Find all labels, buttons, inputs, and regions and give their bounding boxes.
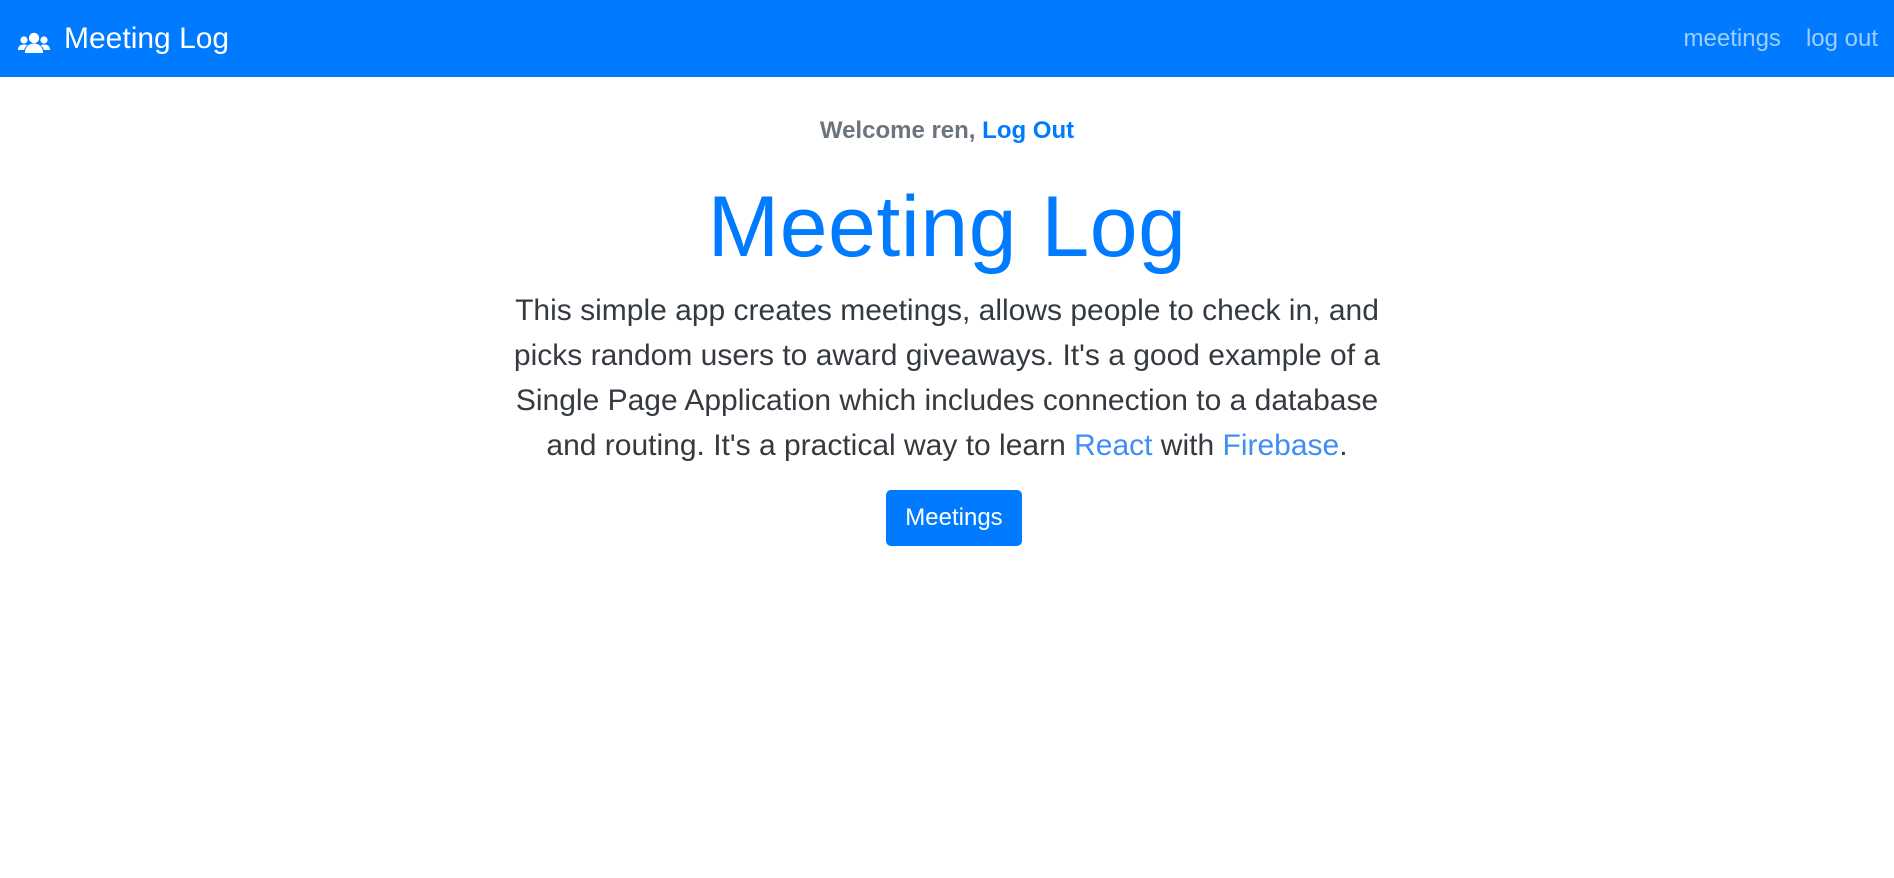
description-text-2: with	[1152, 429, 1223, 462]
welcome-text: Welcome ren,	[819, 117, 976, 144]
logout-link[interactable]: Log Out	[982, 117, 1074, 144]
page-title: Meeting Log	[707, 179, 1187, 275]
nav-link-meetings[interactable]: meetings	[1684, 25, 1781, 53]
top-navbar: Meeting Log meetings log out	[0, 0, 1894, 77]
meetings-button[interactable]: Meetings	[886, 490, 1022, 546]
nav-link-log-out[interactable]: log out	[1806, 25, 1878, 53]
brand-link[interactable]: Meeting Log	[18, 22, 229, 56]
react-link[interactable]: React	[1074, 429, 1152, 462]
description-text-3: .	[1339, 429, 1348, 462]
app-description: This simple app creates meetings, allows…	[497, 288, 1397, 468]
firebase-link[interactable]: Firebase	[1223, 429, 1340, 462]
welcome-message: Welcome ren, Log Out	[0, 117, 1894, 145]
nav-links: meetings log out	[1659, 25, 1878, 53]
users-icon	[18, 28, 50, 53]
brand-label: Meeting Log	[64, 21, 230, 55]
